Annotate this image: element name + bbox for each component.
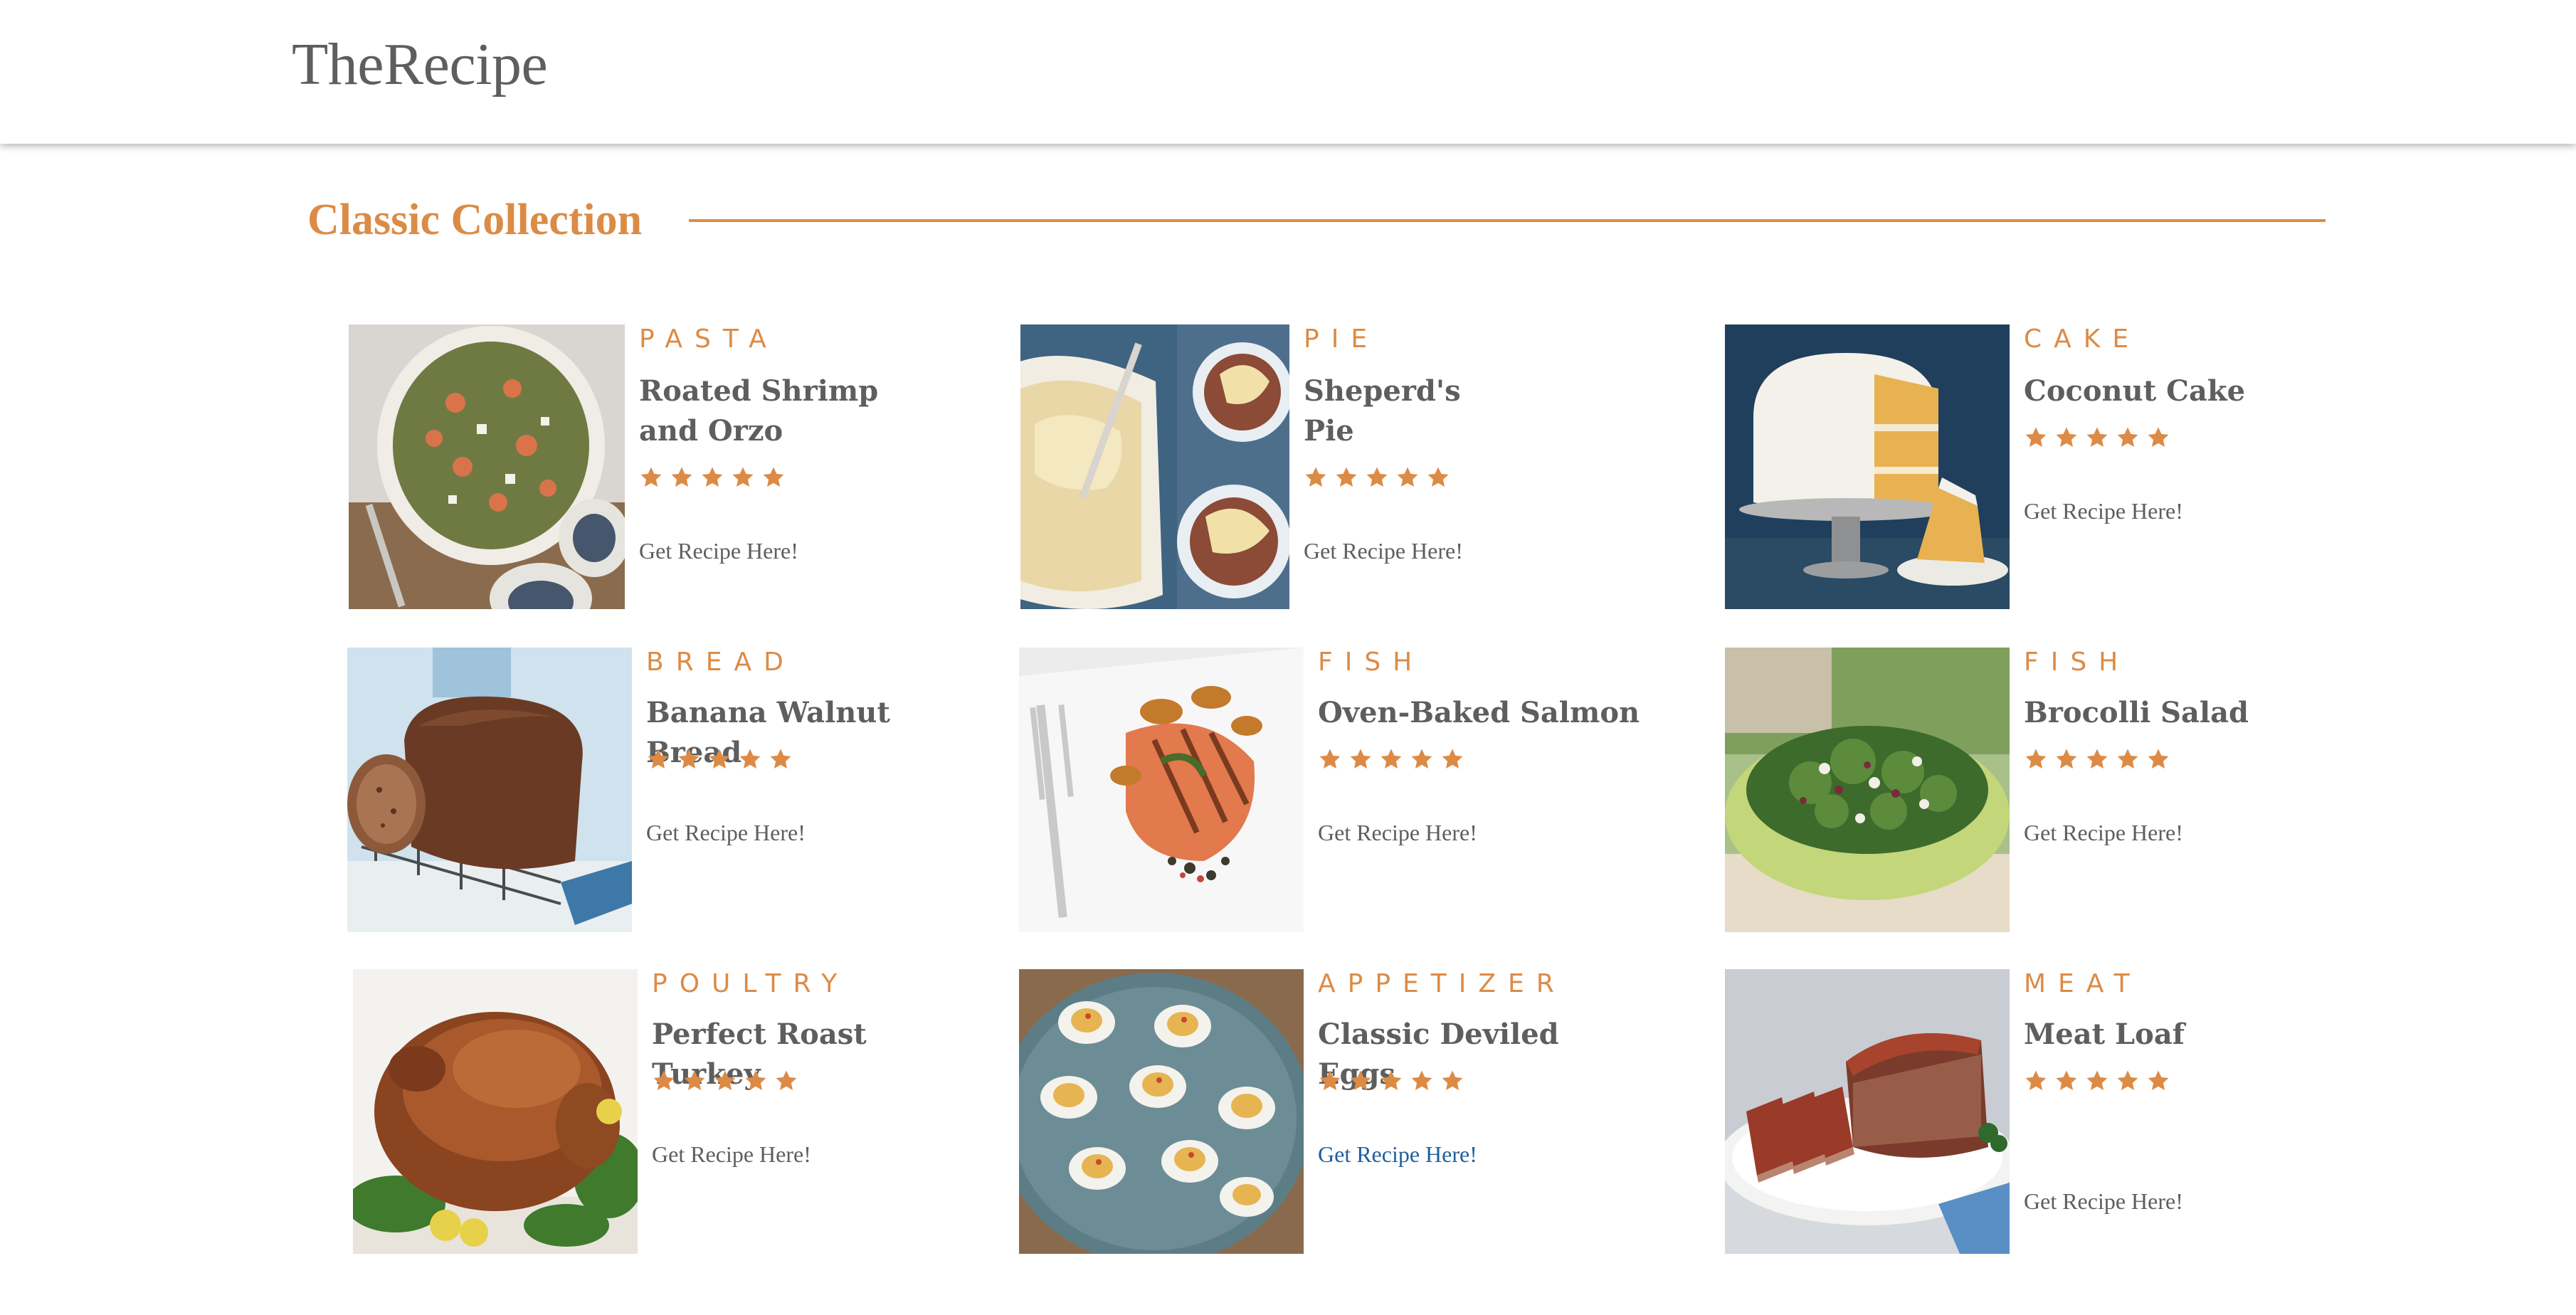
recipe-category: MEAT — [2024, 969, 2142, 998]
shepherds-pie-photo[interactable] — [1020, 324, 1289, 609]
recipe-category: PASTA — [639, 324, 778, 354]
star-icon — [2148, 427, 2169, 448]
star-icon — [2148, 1070, 2169, 1091]
recipe-category: CAKE — [2024, 324, 2141, 354]
star-icon — [763, 467, 784, 487]
get-recipe-link[interactable]: Get Recipe Here! — [639, 538, 798, 564]
brand-logo[interactable]: TheRecipe — [292, 30, 548, 99]
rating-stars — [646, 747, 793, 771]
star-icon — [1350, 749, 1371, 769]
recipe-title: Roated Shrimp and Orzo — [639, 374, 879, 448]
recipe-title: Oven-Baked Salmon — [1318, 696, 1640, 729]
get-recipe-link[interactable]: Get Recipe Here! — [1318, 820, 1477, 846]
recipe-title: Sheperd's Pie — [1304, 374, 1461, 448]
coconut-cake-photo[interactable] — [1725, 324, 2010, 609]
rating-stars — [639, 465, 786, 490]
star-icon — [640, 467, 662, 487]
star-icon — [1305, 467, 1326, 487]
recipe-title: Meat Loaf — [2024, 1018, 2185, 1051]
shrimp-orzo-photo[interactable] — [349, 324, 625, 609]
star-icon — [714, 1070, 736, 1091]
star-icon — [770, 749, 791, 769]
star-icon — [684, 1070, 705, 1091]
star-icon — [709, 749, 730, 769]
star-icon — [745, 1070, 766, 1091]
star-icon — [2056, 427, 2077, 448]
star-icon — [2117, 749, 2138, 769]
star-icon — [2086, 1070, 2108, 1091]
star-icon — [648, 749, 669, 769]
star-icon — [2025, 1070, 2047, 1091]
star-icon — [1336, 467, 1357, 487]
star-icon — [678, 749, 700, 769]
star-icon — [2086, 749, 2108, 769]
navbar: TheRecipe — [0, 0, 2576, 144]
recipe-category: APPETIZER — [1318, 969, 1566, 998]
star-icon — [2056, 1070, 2077, 1091]
star-icon — [671, 467, 692, 487]
broccoli-salad-photo[interactable] — [1725, 648, 2010, 932]
get-recipe-link[interactable]: Get Recipe Here! — [2024, 1188, 2183, 1215]
rating-stars — [1304, 465, 1450, 490]
star-icon — [1381, 1070, 1402, 1091]
star-icon — [2025, 749, 2047, 769]
rating-stars — [2024, 426, 2170, 450]
rating-stars — [652, 1069, 798, 1093]
rating-stars — [2024, 1069, 2170, 1093]
star-icon — [1366, 467, 1388, 487]
star-icon — [1442, 1070, 1463, 1091]
recipe-title: Coconut Cake — [2024, 374, 2246, 408]
recipe-category: FISH — [2024, 648, 2131, 677]
star-icon — [1411, 749, 1432, 769]
star-icon — [2117, 427, 2138, 448]
rating-stars — [1318, 747, 1464, 771]
get-recipe-link[interactable]: Get Recipe Here! — [646, 820, 806, 846]
star-icon — [1381, 749, 1402, 769]
star-icon — [776, 1070, 797, 1091]
star-icon — [1442, 749, 1463, 769]
get-recipe-link[interactable]: Get Recipe Here! — [2024, 820, 2183, 846]
get-recipe-link[interactable]: Get Recipe Here! — [1318, 1141, 1477, 1168]
star-icon — [2148, 749, 2169, 769]
star-icon — [2056, 749, 2077, 769]
star-icon — [739, 749, 761, 769]
rating-stars — [1318, 1069, 1464, 1093]
star-icon — [1319, 1070, 1341, 1091]
star-icon — [1411, 1070, 1432, 1091]
star-icon — [2117, 1070, 2138, 1091]
get-recipe-link[interactable]: Get Recipe Here! — [2024, 498, 2183, 524]
star-icon — [653, 1070, 675, 1091]
section-divider — [689, 219, 2326, 222]
star-icon — [2025, 427, 2047, 448]
get-recipe-link[interactable]: Get Recipe Here! — [1304, 538, 1463, 564]
star-icon — [702, 467, 723, 487]
banana-bread-photo[interactable] — [347, 648, 632, 932]
deviled-eggs-photo[interactable] — [1019, 969, 1304, 1254]
get-recipe-link[interactable]: Get Recipe Here! — [652, 1141, 811, 1168]
star-icon — [2086, 427, 2108, 448]
section-title: Classic Collection — [307, 196, 643, 244]
recipe-title: Brocolli Salad — [2024, 696, 2249, 729]
rating-stars — [2024, 747, 2170, 771]
roast-turkey-photo[interactable] — [353, 969, 638, 1254]
star-icon — [1397, 467, 1418, 487]
recipe-category: PIE — [1304, 324, 1380, 354]
star-icon — [732, 467, 754, 487]
star-icon — [1427, 467, 1449, 487]
meat-loaf-photo[interactable] — [1725, 969, 2010, 1254]
star-icon — [1319, 749, 1341, 769]
star-icon — [1350, 1070, 1371, 1091]
salmon-photo[interactable] — [1019, 648, 1304, 932]
recipe-category: FISH — [1318, 648, 1425, 677]
recipe-category: BREAD — [646, 648, 796, 677]
recipe-category: POULTRY — [652, 969, 850, 998]
